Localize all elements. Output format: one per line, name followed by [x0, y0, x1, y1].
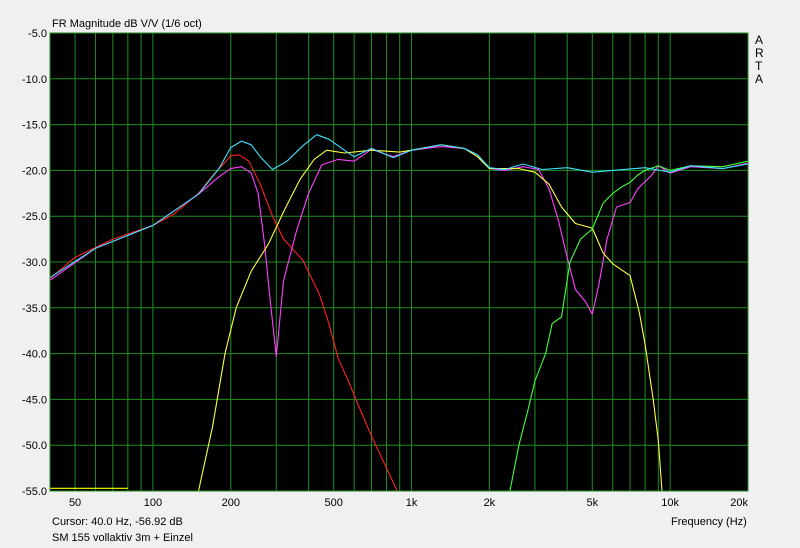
brand-letter: A — [755, 33, 764, 47]
y-tick-label: -30.0 — [22, 257, 47, 269]
x-tick-label: 5k — [586, 497, 598, 509]
x-tick-label: 20k — [730, 497, 748, 509]
brand-letter: T — [755, 59, 763, 73]
y-tick-label: -10.0 — [22, 74, 47, 86]
x-tick-label: 2k — [484, 497, 496, 509]
y-tick-labels: -5.0 -10.0 -15.0 -20.0 -25.0 -30.0 -35.0 -40.0 -… — [22, 28, 47, 498]
status-caption: SM 155 vollaktiv 3m + Einzel — [52, 532, 193, 544]
x-tick-labels: 50 100 200 500 1k 2k 5k 10k 20k — [69, 497, 749, 509]
x-tick-label: 50 — [69, 497, 81, 509]
x-tick-label: 200 — [222, 497, 240, 509]
y-tick-label: -45.0 — [22, 394, 47, 406]
y-tick-label: -55.0 — [22, 486, 47, 498]
y-tick-label: -25.0 — [22, 211, 47, 223]
frequency-response-chart[interactable]: -5.0 -10.0 -15.0 -20.0 -25.0 -30.0 -35.0 -40.0 -… — [0, 0, 800, 548]
y-tick-label: -50.0 — [22, 440, 47, 452]
y-tick-label: -20.0 — [22, 165, 47, 177]
brand-letter: R — [755, 46, 764, 60]
x-tick-label: 10k — [661, 497, 679, 509]
chart-title: FR Magnitude dB V/V (1/6 oct) — [52, 18, 202, 30]
y-tick-label: -15.0 — [22, 120, 47, 132]
x-tick-label: 100 — [144, 497, 162, 509]
x-tick-label: 1k — [406, 497, 418, 509]
y-tick-label: -35.0 — [22, 303, 47, 315]
brand-letter: A — [755, 72, 764, 86]
y-tick-label: -40.0 — [22, 349, 47, 361]
y-tick-label: -5.0 — [28, 28, 47, 40]
x-axis-label: Frequency (Hz) — [671, 516, 747, 528]
cursor-readout: Cursor: 40.0 Hz, -56.92 dB — [52, 516, 183, 528]
x-tick-label: 500 — [325, 497, 343, 509]
